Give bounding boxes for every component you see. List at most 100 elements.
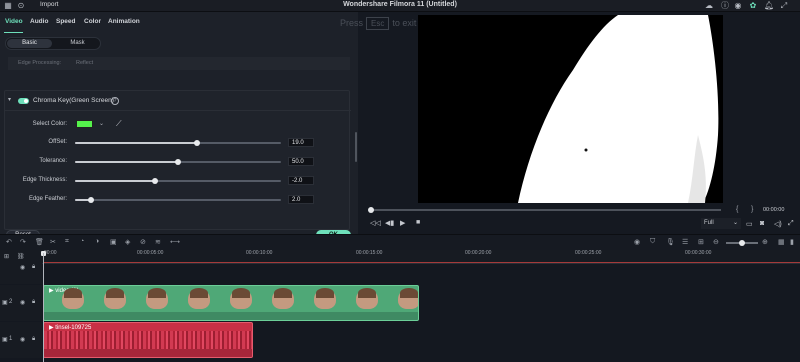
stop-icon[interactable]: ■ [416, 219, 420, 226]
mask-icon[interactable]: ◈ [125, 238, 130, 246]
snapshot-icon[interactable]: ⊞ [698, 238, 704, 246]
playback-scrubber[interactable] [369, 209, 721, 211]
segment-mask[interactable]: Mask [55, 39, 100, 48]
param-value-input[interactable]: 19.0 [288, 138, 314, 147]
eye-icon[interactable]: ◉ [20, 264, 25, 271]
thumbnail-face [62, 288, 84, 309]
param-slider[interactable] [75, 178, 281, 184]
title-bar: ▦ ⊙ Import Wondershare Filmora 11 (Untit… [0, 0, 800, 12]
param-slider[interactable] [75, 197, 281, 203]
slider-handle[interactable] [152, 178, 159, 184]
playhead[interactable] [43, 253, 44, 362]
track-number: 1 [9, 336, 13, 342]
segment-basic[interactable]: Basic [7, 39, 52, 48]
param-slider[interactable] [75, 159, 281, 165]
step-back-icon[interactable]: ◁◁ [370, 219, 381, 227]
chroma-key-header[interactable]: ▾ Chroma Key(Green Screen) ? [5, 91, 351, 111]
scrubber-handle[interactable] [368, 207, 374, 213]
thumbnail-face [314, 288, 336, 309]
color-swatch[interactable] [76, 120, 93, 128]
split-icon[interactable]: ⟷ [170, 238, 180, 246]
eye-icon[interactable]: ◉ [20, 299, 25, 306]
info-icon[interactable]: ⓘ [720, 1, 730, 11]
slider-handle[interactable] [88, 197, 95, 203]
layers-icon[interactable]: ☰ [682, 238, 688, 246]
zoom-out-icon[interactable]: ⊖ [713, 238, 719, 246]
video-clip[interactable]: ▶ video (1) [43, 285, 419, 321]
account-icon[interactable]: ◉ [733, 1, 743, 11]
cut-icon[interactable]: ✂ [50, 238, 56, 246]
quality-select[interactable]: Full ⌄ [701, 218, 741, 229]
hint-press: Press [340, 18, 364, 28]
lock-icon[interactable]: 🔒︎ [32, 299, 35, 306]
cloud-icon[interactable]: ☁ [704, 1, 714, 11]
crop-icon[interactable]: ⌗ [65, 238, 69, 246]
edge-processing-row[interactable]: Edge Processing: Reflect [8, 57, 350, 70]
undo-icon[interactable]: ↶ [6, 238, 12, 246]
fullscreen-icon[interactable]: ⤢ [788, 220, 794, 228]
render-icon[interactable]: ◉ [634, 238, 640, 246]
shield-icon[interactable]: ⛉ [650, 238, 655, 246]
tab-audio[interactable]: Audio [30, 18, 48, 25]
greenscreen-icon[interactable]: ▣ [110, 238, 117, 246]
ruler-tick: 00:00:25:00 [575, 250, 602, 256]
chevron-down-icon[interactable]: ⌄ [99, 120, 104, 127]
tab-video[interactable]: Video [5, 18, 23, 25]
thumbnail-face [230, 288, 252, 309]
param-slider[interactable] [75, 140, 281, 146]
zoom-handle[interactable] [739, 240, 745, 246]
expand-icon[interactable]: ⤢ [779, 1, 789, 11]
volume-icon[interactable]: ◁) [774, 220, 782, 228]
param-value-input[interactable]: 50.0 [288, 157, 314, 166]
delete-icon[interactable]: 🗑︎ [35, 238, 44, 246]
lock-icon[interactable]: 🔒︎ [32, 336, 35, 343]
add-track-icon[interactable]: ⊞ [4, 253, 9, 260]
lock-icon[interactable]: 🔒︎ [32, 264, 35, 271]
param-value-input[interactable]: -2.0 [288, 176, 314, 185]
play-icon[interactable]: ▶ [400, 219, 405, 227]
info-icon[interactable]: ? [111, 97, 119, 105]
support-icon[interactable]: ✿ [748, 1, 758, 11]
timecode: 00:00:00 [763, 207, 785, 213]
fit-icon[interactable]: ▦ [778, 238, 785, 246]
clip-audio-strip [44, 312, 418, 320]
notification-icon[interactable]: 🔔︎ [764, 1, 774, 11]
video-preview[interactable] [418, 15, 723, 203]
panel-scrollbar[interactable] [355, 132, 357, 162]
slider-handle[interactable] [193, 140, 200, 146]
prev-frame-icon[interactable]: ◀▮ [385, 219, 394, 227]
edge-processing-label: Edge Processing: [18, 60, 62, 66]
redo-icon[interactable]: ↷ [20, 238, 26, 246]
tab-speed[interactable]: Speed [56, 18, 76, 25]
chevron-down-icon[interactable]: ▾ [8, 96, 11, 103]
tab-animation[interactable]: Animation [108, 18, 140, 25]
chroma-key-toggle[interactable] [18, 98, 29, 104]
link-icon[interactable]: ⛓ [17, 253, 25, 260]
track-1-header: ▣ 1 ◉ 🔒︎ [0, 322, 42, 358]
slider-handle[interactable] [175, 159, 181, 165]
import-label: Import [40, 1, 59, 8]
zoom-in-icon[interactable]: ⊕ [762, 238, 768, 246]
speed-icon[interactable]: ◔ [80, 238, 84, 245]
bracket-right-icon[interactable]: } [751, 206, 753, 213]
stabilize-icon[interactable]: ⊘ [140, 238, 146, 246]
param-value-input[interactable]: 2.0 [288, 195, 314, 204]
timeline: ⊞ ⛓ 00:00 00:00:05:00 00:00:10:00 00:00:… [0, 250, 800, 362]
thumbnail-face [356, 288, 378, 309]
bracket-left-icon[interactable]: { [736, 206, 738, 213]
tab-color[interactable]: Color [84, 18, 101, 25]
eyedropper-icon[interactable]: ⟋ [116, 119, 122, 129]
mic-icon[interactable]: 🎙︎ [666, 238, 675, 246]
camera-icon[interactable]: ◙ [760, 220, 764, 227]
import-button[interactable]: Import [34, 1, 64, 11]
tinsel-clip[interactable]: ▶ tinsel-109725 [43, 322, 253, 358]
preview-panel: PressEscto exit full screen { } 00:00:00… [340, 12, 800, 234]
monitor-icon[interactable]: ▭ [746, 220, 753, 228]
chroma-key-title: Chroma Key(Green Screen) [33, 97, 114, 104]
back-icon[interactable]: ⊙ [16, 1, 26, 11]
audio-adjust-icon[interactable]: ≋ [155, 238, 161, 246]
panel-toggle-icon[interactable]: ▮ [790, 238, 794, 246]
menu-icon[interactable]: ▦ [3, 1, 13, 11]
color-icon[interactable]: ◑ [95, 238, 99, 245]
eye-icon[interactable]: ◉ [20, 336, 25, 343]
